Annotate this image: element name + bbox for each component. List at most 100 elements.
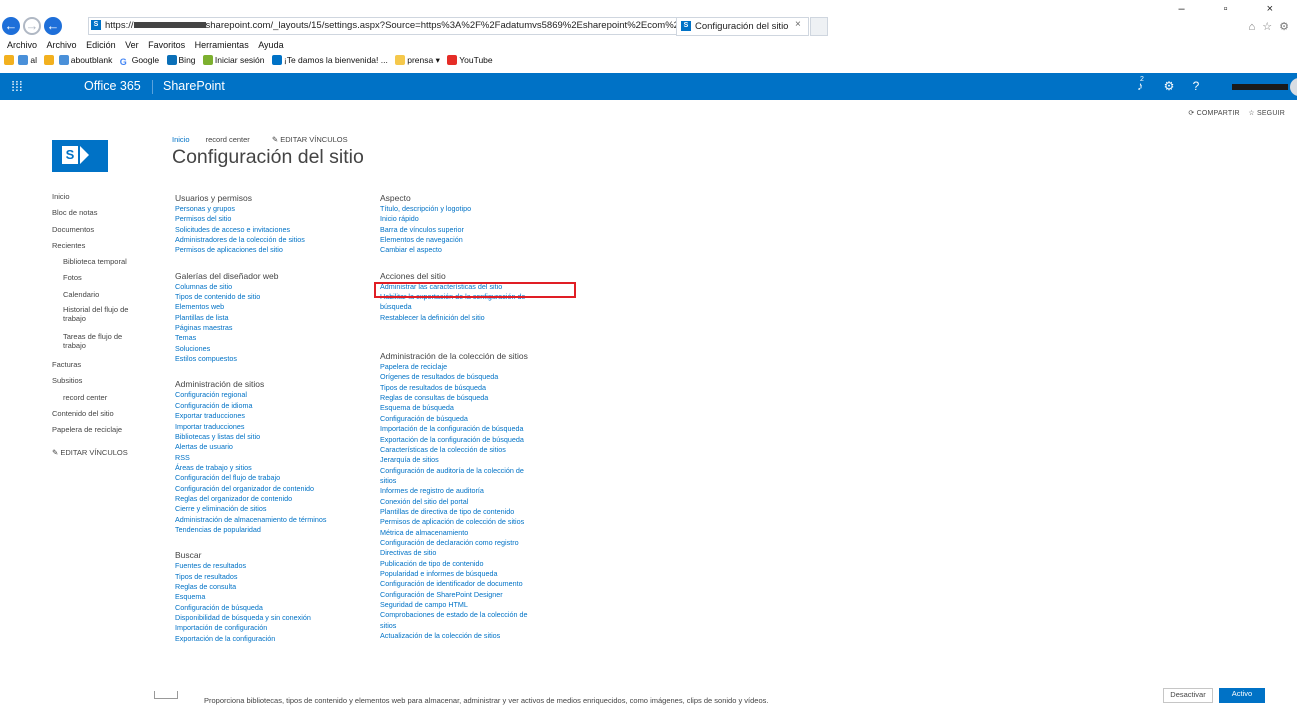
tab-close-icon[interactable]: × <box>795 19 801 30</box>
settings-link[interactable]: Exportar traducciones <box>175 411 370 421</box>
leftnav-item[interactable]: record center <box>52 392 152 408</box>
settings-link[interactable]: Restablecer la definición del sitio <box>380 313 550 323</box>
leftnav-item[interactable]: Biblioteca temporal <box>52 256 152 272</box>
redacted-username[interactable] <box>1232 84 1288 90</box>
settings-link[interactable]: Características de la colección de sitio… <box>380 445 540 455</box>
settings-link[interactable]: Estilos compuestos <box>175 354 370 364</box>
settings-link[interactable]: Barra de vínculos superior <box>380 225 550 235</box>
settings-link[interactable]: Título, descripción y logotipo <box>380 204 550 214</box>
settings-link[interactable]: Cierre y eliminación de sitios <box>175 504 370 514</box>
settings-link[interactable]: Importación de configuración <box>175 623 370 633</box>
back-arrow-icon[interactable]: ← <box>2 17 20 35</box>
back-history-icon[interactable]: ← <box>44 17 62 35</box>
settings-link[interactable]: Configuración de búsqueda <box>175 603 370 613</box>
leftnav-item[interactable]: Bloc de notas <box>52 207 152 223</box>
settings-link[interactable]: Reglas de consultas de búsqueda <box>380 393 550 403</box>
menu-ayuda[interactable]: Ayuda <box>258 40 283 50</box>
leftnav-edit-links[interactable]: ✎ EDITAR VÍNCULOS <box>52 447 152 463</box>
fav-aboutblank[interactable]: aboutblank <box>71 55 113 65</box>
settings-link[interactable]: Reglas del organizador de contenido <box>175 494 370 504</box>
settings-link[interactable]: Importar traducciones <box>175 422 370 432</box>
address-bar[interactable]: https:// sharepoint.com/_layouts/15/setti… <box>88 17 700 35</box>
fav-bienvenida[interactable]: ¡Te damos la bienvenida! ... <box>284 55 388 65</box>
settings-link[interactable]: RSS <box>175 453 370 463</box>
settings-link[interactable]: Inicio rápido <box>380 214 550 224</box>
browser-tab[interactable]: Configuración del sitio <box>676 17 809 36</box>
menu-ver[interactable]: Ver <box>125 40 139 50</box>
settings-link[interactable]: Métrica de almacenamiento <box>380 528 550 538</box>
activate-button[interactable]: Activo <box>1219 688 1265 703</box>
settings-link[interactable]: Tipos de resultados de búsqueda <box>380 383 550 393</box>
settings-link[interactable]: Tipos de contenido de sitio <box>175 292 370 302</box>
fav-al[interactable]: al <box>30 55 37 65</box>
help-icon[interactable]: ? <box>1182 73 1210 100</box>
settings-link[interactable]: Orígenes de resultados de búsqueda <box>380 372 550 382</box>
settings-link[interactable]: Fuentes de resultados <box>175 561 370 571</box>
settings-link[interactable]: Exportación de la configuración <box>175 634 370 644</box>
settings-link[interactable]: Configuración de auditoría de la colecci… <box>380 466 540 487</box>
settings-link[interactable]: Conexión del sitio del portal <box>380 497 550 507</box>
settings-link[interactable]: Publicación de tipo de contenido <box>380 559 550 569</box>
settings-link[interactable]: Permisos del sitio <box>175 214 370 224</box>
settings-link[interactable]: Disponibilidad de búsqueda y sin conexió… <box>175 613 335 623</box>
menu-favoritos[interactable]: Favoritos <box>148 40 185 50</box>
fav-iniciar-sesion[interactable]: Iniciar sesión <box>215 55 265 65</box>
menu-edicion[interactable]: Edición <box>86 40 116 50</box>
settings-link[interactable]: Administradores de la colección de sitio… <box>175 235 335 245</box>
settings-link[interactable]: Importación de la configuración de búsqu… <box>380 424 540 434</box>
settings-link[interactable]: Configuración del flujo de trabajo <box>175 473 370 483</box>
leftnav-item[interactable]: Facturas <box>52 359 152 375</box>
settings-link[interactable]: Soluciones <box>175 344 370 354</box>
settings-link[interactable]: Áreas de trabajo y sitios <box>175 463 370 473</box>
settings-link[interactable]: Tendencias de popularidad <box>175 525 370 535</box>
avatar[interactable] <box>1290 78 1297 96</box>
settings-link[interactable]: Esquema de búsqueda <box>380 403 550 413</box>
deactivate-button[interactable]: Desactivar <box>1163 688 1213 703</box>
settings-link[interactable]: Permisos de aplicaciones del sitio <box>175 245 370 255</box>
menu-archivo-2[interactable]: Archivo <box>47 40 77 50</box>
share-button[interactable]: ⟳ COMPARTIR <box>1188 110 1239 117</box>
settings-link[interactable]: Exportación de la configuración de búsqu… <box>380 435 540 445</box>
settings-link[interactable]: Bibliotecas y listas del sitio <box>175 432 370 442</box>
settings-link[interactable]: Configuración del organizador de conteni… <box>175 484 335 494</box>
topnav-inicio[interactable]: Inicio <box>172 135 190 144</box>
menu-herramientas[interactable]: Herramientas <box>195 40 249 50</box>
leftnav-item[interactable]: Contenido del sitio <box>52 408 152 424</box>
settings-link[interactable]: Elementos de navegación <box>380 235 550 245</box>
new-tab-button[interactable] <box>810 17 828 36</box>
topnav-record-center[interactable]: record center <box>206 135 250 144</box>
leftnav-item[interactable]: Subsitios <box>52 375 152 391</box>
settings-link[interactable]: Actualización de la colección de sitios <box>380 631 550 641</box>
leftnav-item[interactable]: Tareas de flujo de trabajo <box>52 332 141 359</box>
site-logo[interactable]: S <box>52 140 108 172</box>
settings-link[interactable]: Páginas maestras <box>175 323 370 333</box>
fav-prensa[interactable]: prensa ▾ <box>407 55 440 65</box>
settings-link[interactable]: Configuración regional <box>175 390 370 400</box>
settings-link[interactable]: Alertas de usuario <box>175 442 370 452</box>
settings-link[interactable]: Comprobaciones de estado de la colección… <box>380 610 540 631</box>
leftnav-item[interactable]: Inicio <box>52 191 152 207</box>
settings-link[interactable]: Temas <box>175 333 370 343</box>
app-launcher-icon[interactable]: ⁞⁞⁞ <box>0 73 34 100</box>
settings-link[interactable]: Personas y grupos <box>175 204 370 214</box>
leftnav-item[interactable]: Recientes <box>52 240 152 256</box>
settings-link[interactable]: Seguridad de campo HTML <box>380 600 550 610</box>
topnav-edit-links[interactable]: ✎ EDITAR VÍNCULOS <box>272 135 348 144</box>
window-controls[interactable]: – ▫ × <box>1178 3 1291 15</box>
settings-link[interactable]: Tipos de resultados <box>175 572 370 582</box>
settings-link[interactable]: Informes de registro de auditoría <box>380 486 550 496</box>
settings-link[interactable]: Cambiar el aspecto <box>380 245 550 255</box>
fav-google[interactable]: Google <box>132 55 159 65</box>
office365-brand[interactable]: Office 365 <box>84 73 141 100</box>
settings-link[interactable]: Permisos de aplicación de colección de s… <box>380 517 540 527</box>
settings-link[interactable]: Elementos web <box>175 302 370 312</box>
settings-link[interactable]: Papelera de reciclaje <box>380 362 550 372</box>
settings-link[interactable]: Configuración de idioma <box>175 401 370 411</box>
menu-archivo-1[interactable]: Archivo <box>7 40 37 50</box>
fav-bing[interactable]: Bing <box>179 55 196 65</box>
settings-link[interactable]: Esquema <box>175 592 370 602</box>
settings-link[interactable]: Reglas de consulta <box>175 582 370 592</box>
gear-icon[interactable]: ⚙ <box>1155 73 1183 100</box>
leftnav-item[interactable]: Historial del flujo de trabajo <box>52 305 141 332</box>
settings-link[interactable]: Configuración de búsqueda <box>380 414 550 424</box>
